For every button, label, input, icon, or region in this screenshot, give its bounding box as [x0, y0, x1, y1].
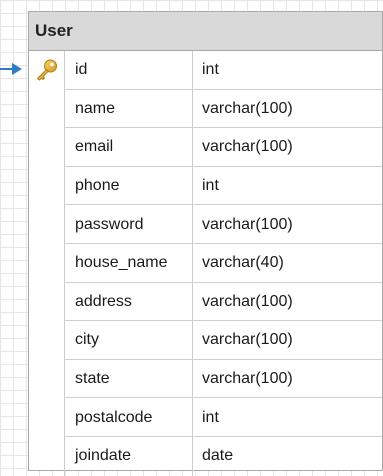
column-name[interactable]: password: [65, 216, 192, 234]
table-row-city[interactable]: city varchar(100): [29, 321, 382, 360]
column-name[interactable]: state: [65, 370, 192, 388]
row-selector[interactable]: [29, 359, 65, 399]
column-type[interactable]: varchar(100): [192, 100, 293, 118]
table-row-id[interactable]: id int: [29, 51, 382, 90]
key-icon: [36, 59, 57, 81]
table-title[interactable]: User: [29, 12, 382, 51]
column-type[interactable]: int: [192, 409, 219, 427]
column-type[interactable]: date: [192, 447, 233, 465]
column-type[interactable]: int: [192, 177, 219, 195]
column-type[interactable]: varchar(100): [192, 138, 293, 156]
table-row-phone[interactable]: phone int: [29, 166, 382, 206]
table-row-joindate[interactable]: joindate date: [29, 436, 382, 476]
user-table[interactable]: User id int name varchar(100) email varc…: [28, 11, 383, 476]
column-type[interactable]: varchar(100): [192, 293, 293, 311]
row-selector[interactable]: [29, 166, 65, 206]
column-name[interactable]: city: [65, 331, 192, 349]
table-row-email[interactable]: email varchar(100): [29, 128, 382, 167]
row-selector[interactable]: [29, 51, 65, 90]
table-rows: id int name varchar(100) email varchar(1…: [29, 51, 382, 476]
column-name[interactable]: name: [65, 100, 192, 118]
column-name[interactable]: house_name: [65, 254, 192, 272]
row-selector[interactable]: [29, 128, 65, 167]
table-row-state[interactable]: state varchar(100): [29, 359, 382, 399]
row-selector[interactable]: [29, 282, 65, 322]
table-row-house-name[interactable]: house_name varchar(40): [29, 243, 382, 283]
row-selector[interactable]: [29, 398, 65, 437]
table-row-address[interactable]: address varchar(100): [29, 282, 382, 322]
column-name[interactable]: id: [65, 61, 192, 79]
column-type[interactable]: varchar(100): [192, 216, 293, 234]
table-row-password[interactable]: password varchar(100): [29, 205, 382, 244]
column-name[interactable]: joindate: [65, 447, 192, 465]
table-row-postalcode[interactable]: postalcode int: [29, 398, 382, 437]
row-selector[interactable]: [29, 243, 65, 283]
row-selector[interactable]: [29, 436, 65, 476]
table-row-name[interactable]: name varchar(100): [29, 89, 382, 129]
column-type[interactable]: varchar(100): [192, 331, 293, 349]
arrow-right-icon: [0, 63, 22, 75]
row-selector[interactable]: [29, 205, 65, 244]
column-name[interactable]: email: [65, 138, 192, 156]
column-type[interactable]: int: [192, 61, 219, 79]
row-selector[interactable]: [29, 321, 65, 360]
column-type[interactable]: varchar(100): [192, 370, 293, 388]
row-selector[interactable]: [29, 89, 65, 129]
column-name[interactable]: phone: [65, 177, 192, 195]
column-name[interactable]: address: [65, 293, 192, 311]
column-name[interactable]: postalcode: [65, 409, 192, 427]
column-type[interactable]: varchar(40): [192, 254, 284, 272]
